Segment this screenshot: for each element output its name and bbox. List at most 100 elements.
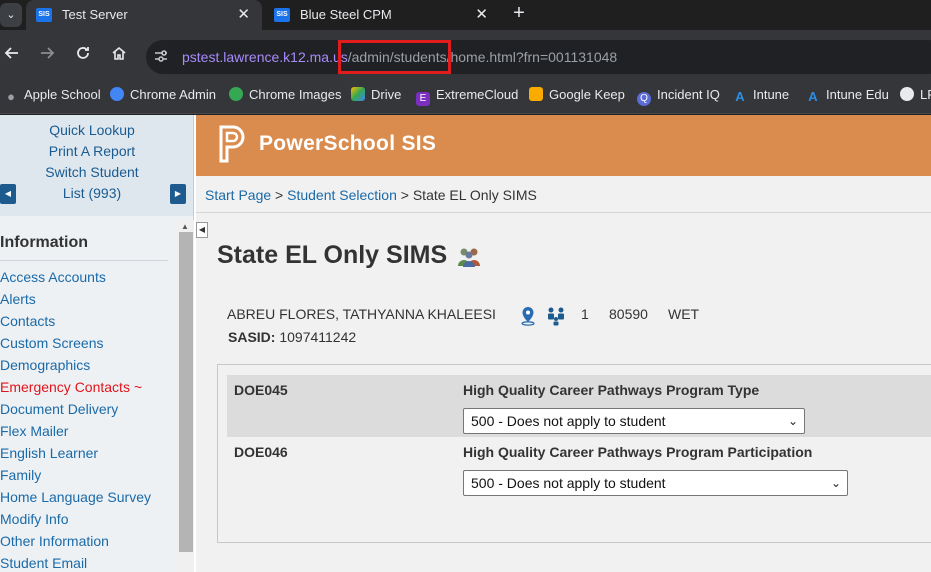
previous-student-button[interactable]: ◀ [0,184,16,204]
nav-item-document-delivery[interactable]: Document Delivery [0,401,118,417]
chrome-admin-icon [110,87,124,101]
nav-item-custom-screens[interactable]: Custom Screens [0,335,103,351]
back-button[interactable] [2,45,22,65]
student-grade: 1 [581,306,589,322]
chrome-images-icon [229,87,243,101]
url-path-rest: home.html?frn=001131048 [450,49,618,65]
tab-blue-steel-cpm[interactable]: SIS Blue Steel CPM ✕ [264,0,500,30]
field-code: DOE046 [234,444,288,460]
reload-button[interactable] [73,45,93,65]
nav-item-other-information[interactable]: Other Information [0,533,109,549]
nav-item-student-email[interactable]: Student Email [0,555,87,571]
student-school: WET [668,306,700,322]
nav-item-family[interactable]: Family [0,467,41,483]
home-icon [112,46,126,60]
field-label: High Quality Career Pathways Program Typ… [463,382,760,398]
select-value: 500 - Does not apply to student [471,413,666,429]
select-value: 500 - Does not apply to student [471,475,666,491]
nav-item-english-learner[interactable]: English Learner [0,445,98,461]
sasid-value: 1097411242 [279,329,357,345]
sasid-label: SASID: [228,329,276,345]
student-name: ABREU FLORES, TATHYANNA KHALEESI [227,306,496,322]
brand-title: PowerSchool SIS [259,132,437,155]
nav-item-home-language-survey[interactable]: Home Language Survey [0,489,151,505]
map-pin-icon[interactable] [518,306,538,326]
people-group-icon[interactable] [457,246,481,268]
nav-item-contacts[interactable]: Contacts [0,313,55,329]
tab-title: Test Server [62,7,128,22]
program-participation-select[interactable]: 500 - Does not apply to student ⌄ [463,470,848,496]
field-row-doe046: DOE046 High Quality Career Pathways Prog… [227,437,931,499]
bookmark-chrome-images[interactable]: Chrome Images [229,87,341,107]
family-icon[interactable] [546,306,566,326]
bookmark-incident-iq[interactable]: Q Incident IQ [637,87,720,107]
google-keep-icon [529,87,543,101]
chevron-down-icon: ⌄ [830,476,841,490]
close-icon[interactable]: ✕ [475,5,488,23]
nav-item-emergency-contacts[interactable]: Emergency Contacts ~ [0,379,142,395]
extremecloud-icon: E [416,92,430,106]
tab-test-server[interactable]: SIS Test Server ✕ [26,0,262,30]
bookmark-intune-edu[interactable]: A Intune Edu [806,87,889,107]
browser-toolbar: pstest.lawrence.k12.ma.us/admin/students… [0,30,931,80]
switch-student-label: Switch Student [45,164,139,180]
program-type-select[interactable]: 500 - Does not apply to student ⌄ [463,408,805,434]
chevron-down-icon: ⌄ [6,9,16,21]
bookmark-chrome-admin[interactable]: Chrome Admin [110,87,216,107]
plus-icon: + [513,2,525,24]
triangle-left-icon: ◀ [4,189,12,198]
home-button[interactable] [109,45,129,65]
drive-icon [351,87,365,101]
forward-button[interactable] [37,45,57,65]
bookmark-github-lf[interactable]: LF [900,87,931,107]
powerschool-banner: PowerSchool SIS [196,115,931,176]
bookmark-intune[interactable]: A Intune [733,87,789,107]
main-content: PowerSchool SIS Start Page > Student Sel… [196,115,931,572]
intune-icon: A [735,89,745,104]
breadcrumb-divider [196,212,931,213]
powerschool-logo-icon [219,125,245,163]
bookmark-apple-school[interactable]: ● Apple School [4,87,101,107]
field-code: DOE045 [234,382,288,398]
sis-favicon-icon: SIS [36,8,52,22]
breadcrumb-student-selection[interactable]: Student Selection [287,187,397,203]
print-report-link[interactable]: Print A Report [0,143,184,159]
breadcrumb-current: State EL Only SIMS [412,187,537,203]
github-icon [900,87,914,101]
nav-item-flex-mailer[interactable]: Flex Mailer [0,423,68,439]
nav-scrollbar-thumb[interactable] [179,232,193,552]
breadcrumb: Start Page > Student Selection > State E… [205,187,537,203]
state-fields-box: DOE045 High Quality Career Pathways Prog… [217,364,931,543]
close-icon[interactable]: ✕ [237,5,250,23]
student-list-link[interactable]: List (993) [0,185,184,201]
field-label: High Quality Career Pathways Program Par… [463,444,813,460]
bookmark-drive[interactable]: Drive [351,87,401,107]
nav-item-access-accounts[interactable]: Access Accounts [0,269,106,285]
arrow-right-icon [41,47,55,59]
tab-search-button[interactable]: ⌄ [0,3,22,27]
sis-favicon-icon: SIS [274,8,290,22]
site-settings-icon[interactable] [152,48,170,66]
triangle-left-icon: ◀ [198,225,206,234]
tab-strip: ⌄ SIS Test Server ✕ SIS Blue Steel CPM ✕… [0,0,931,30]
quick-lookup-link[interactable]: Quick Lookup [0,122,184,138]
scroll-up-icon[interactable]: ▲ [181,222,189,231]
nav-item-demographics[interactable]: Demographics [0,357,90,373]
bookmark-google-keep[interactable]: Google Keep [529,87,625,107]
nav-item-modify-info[interactable]: Modify Info [0,511,68,527]
annotation-highlight-box [338,40,451,74]
collapse-nav-button[interactable]: ◀ [196,222,208,238]
nav-quick-panel: Quick Lookup Print A Report Switch Stude… [0,115,194,216]
page-content: Quick Lookup Print A Report Switch Stude… [0,115,931,572]
field-row-doe045: DOE045 High Quality Career Pathways Prog… [227,375,931,437]
next-student-button[interactable]: ▶ [170,184,186,204]
breadcrumb-start-page[interactable]: Start Page [205,187,271,203]
triangle-right-icon: ▶ [174,189,182,198]
bookmark-extremecloud[interactable]: E ExtremeCloud [416,87,518,107]
nav-item-alerts[interactable]: Alerts [0,291,36,307]
reload-icon [77,47,89,59]
new-tab-button[interactable]: + [508,2,530,26]
url-host: pstest.lawrence.k12.ma.us [182,49,348,65]
chevron-down-icon: ⌄ [787,414,798,428]
tab-title: Blue Steel CPM [300,7,392,22]
